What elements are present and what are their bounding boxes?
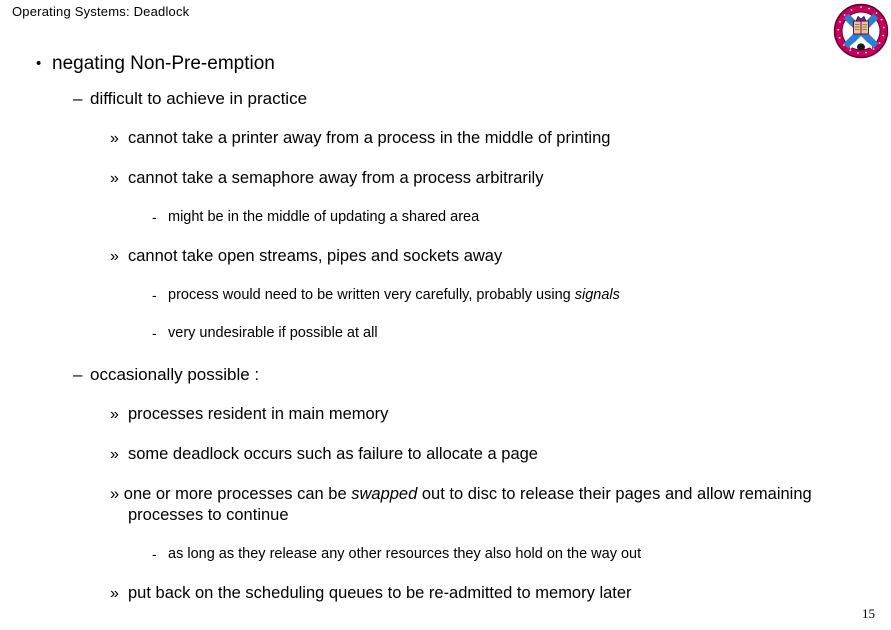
bullet-text: put back on the scheduling queues to be … (128, 584, 632, 602)
bullet-level3-semaphore-away: » cannot take a semaphore away from a pr… (0, 168, 891, 189)
bullet-marker-level3: » (110, 248, 119, 265)
slide-content-body: • negating Non-Pre-emption – difficult t… (0, 52, 891, 618)
bullet-level4-updating-shared-area: - might be in the middle of updating a s… (0, 208, 891, 227)
bullet-marker-level3: » (110, 585, 119, 602)
bullet-text: cannot take open streams, pipes and sock… (128, 247, 503, 265)
bullet-level3-printer-away: » cannot take a printer away from a proc… (0, 128, 891, 149)
bullet-level2-difficult-to-achieve: – difficult to achieve in practice (0, 88, 891, 109)
bullet-text: might be in the middle of updating a sha… (168, 209, 480, 225)
bullet-level3-put-back-scheduling-queues: » put back on the scheduling queues to b… (0, 583, 891, 604)
bullet-text: occasionally possible : (90, 365, 260, 384)
bullet-level3-some-deadlock-occurs: » some deadlock occurs such as failure t… (0, 444, 891, 465)
bullet-text: very undesirable if possible at all (168, 325, 378, 341)
bullet-level4-very-undesirable: - very undesirable if possible at all (0, 324, 891, 343)
bullet-level1-negating-non-pre-emption: • negating Non-Pre-emption (0, 52, 891, 75)
bullet-level3-open-streams-pipes-sockets: » cannot take open streams, pipes and so… (0, 246, 891, 267)
bullet-text: difficult to achieve in practice (90, 89, 308, 108)
bullet-text: cannot take a semaphore away from a proc… (128, 169, 544, 187)
bullet-text-before: one or more processes can be (123, 485, 352, 503)
bullet-text: some deadlock occurs such as failure to … (128, 445, 538, 463)
bullet-marker-level4: - (152, 546, 157, 562)
bullet-marker-level1: • (36, 55, 42, 72)
bullet-marker-level4: - (152, 325, 157, 341)
bullet-marker-level3: » (110, 446, 119, 463)
bullet-marker-level2: – (73, 89, 83, 108)
bullet-marker-level3-inline: » (110, 485, 124, 503)
bullet-marker-level3: » (110, 170, 119, 187)
bullet-marker-level3: » (110, 130, 119, 147)
bullet-text: process would need to be written very ca… (168, 286, 891, 305)
bullet-marker-level4: - (152, 209, 157, 225)
bullet-marker-level4: - (152, 287, 157, 303)
bullet-text: negating Non-Pre-emption (52, 53, 275, 74)
bullet-marker-level3: » (110, 406, 119, 423)
bullet-level3-processes-resident-main-memory: » processes resident in main memory (0, 404, 891, 425)
bullet-text: cannot take a printer away from a proces… (128, 129, 611, 147)
slide-page-number: 15 (862, 606, 875, 621)
emphasis-signals: signals (574, 287, 620, 303)
bullet-marker-level2: – (73, 365, 83, 384)
bullet-level4-release-other-resources: - as long as they release any other reso… (0, 545, 891, 564)
emphasis-swapped: swapped (351, 485, 418, 503)
bullet-text: processes resident in main memory (128, 405, 389, 423)
bullet-level4-written-carefully-signals: - process would need to be written very … (0, 286, 891, 305)
slide-header-title: Operating Systems: Deadlock (12, 4, 190, 19)
bullet-level2-occasionally-possible: – occasionally possible : (0, 364, 891, 385)
bullet-level3-swapped-out-to-disc: » one or more processes can be swapped o… (0, 484, 891, 526)
bullet-text-before: process would need to be written very ca… (168, 287, 575, 303)
bullet-text: as long as they release any other resour… (168, 546, 642, 562)
